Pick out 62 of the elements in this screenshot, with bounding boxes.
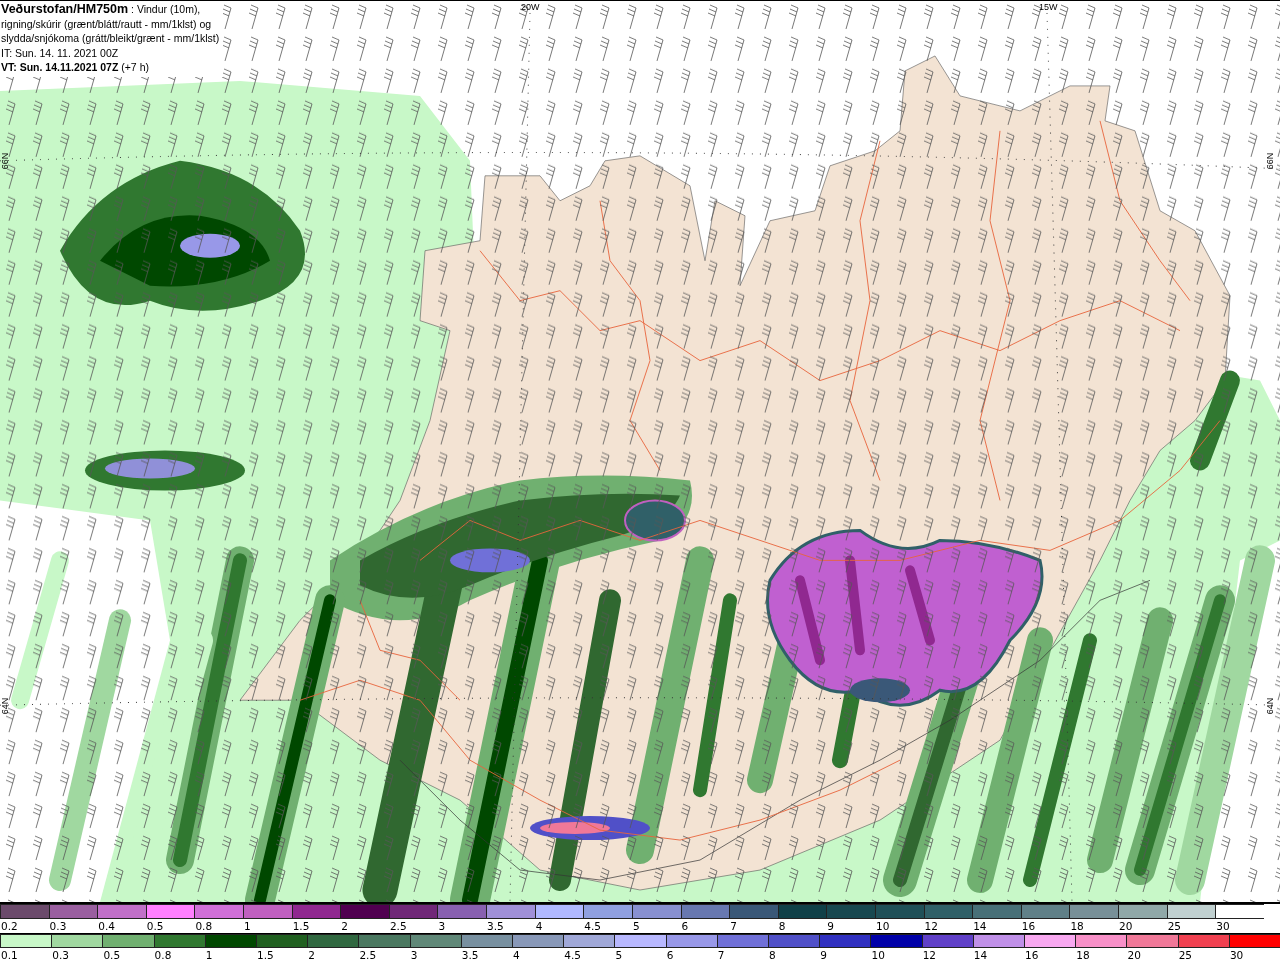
legend-label: 1 xyxy=(243,919,252,933)
map-description-line: slydda/snjókoma (grátt/bleikt/grænt - mm/1klst) xyxy=(1,31,220,46)
legend-label: 0.5 xyxy=(145,919,165,933)
legend-label: 7 xyxy=(716,948,726,960)
legend-label: 0.2 xyxy=(0,919,19,933)
legend-label: 3.5 xyxy=(486,919,505,933)
legend-label: 12 xyxy=(921,948,938,960)
legend-label: 8 xyxy=(768,948,777,960)
legend-label: 1 xyxy=(204,948,214,960)
legend-label: 25 xyxy=(1166,919,1182,933)
legend-label: 7 xyxy=(729,919,738,933)
legend-label: 18 xyxy=(1075,948,1091,960)
legend-label: 3 xyxy=(437,919,447,933)
legend-label: 16 xyxy=(1020,919,1037,933)
legend-label: 16 xyxy=(1024,948,1040,960)
legend-label: 9 xyxy=(819,948,828,960)
legend-label: 9 xyxy=(826,919,836,933)
map-title: Veðurstofan/HM750m : Vindur (10m), xyxy=(1,2,202,17)
legend-label: 14 xyxy=(972,948,989,960)
legend-label: 0.8 xyxy=(153,948,173,960)
legend-label: 2.5 xyxy=(388,919,408,933)
legend-label: 4.5 xyxy=(583,919,602,933)
latitude-label: 66N xyxy=(0,152,11,170)
legend-label: 2.5 xyxy=(358,948,378,960)
legend-label: 6 xyxy=(680,919,690,933)
legend-label: 8 xyxy=(777,919,787,933)
legend-label: 1.5 xyxy=(256,948,275,960)
legend-label: 18 xyxy=(1069,919,1085,933)
legend-label: 4 xyxy=(512,948,521,960)
legend-label: 14 xyxy=(972,919,988,933)
legend-label: 6 xyxy=(665,948,675,960)
legend-label: 3.5 xyxy=(460,948,480,960)
latitude-label: 66N xyxy=(1265,152,1276,170)
legend-label: 0.3 xyxy=(51,948,70,960)
legend-label: 0.5 xyxy=(102,948,122,960)
valid-time-label: VT: Sun. 14.11.2021 07Z (+7 h) xyxy=(1,60,150,75)
map-description-line: rigning/skúrir (grænt/blátt/rautt - mm/1klst) og xyxy=(1,16,213,31)
legend-label: 10 xyxy=(870,948,886,960)
legend-label: 1.5 xyxy=(291,919,311,933)
legend-label: 20 xyxy=(1126,948,1142,960)
legend-label: 12 xyxy=(923,919,939,933)
legend-label: 0.4 xyxy=(97,919,116,933)
latitude-label: 64N xyxy=(1265,697,1276,715)
longitude-label: 15W xyxy=(1039,2,1058,12)
legend-label: 4.5 xyxy=(563,948,582,960)
legend-label: 30 xyxy=(1215,919,1231,933)
legend-label: 5 xyxy=(614,948,624,960)
legend-label: 5 xyxy=(631,919,641,933)
legend-label: 30 xyxy=(1228,948,1245,960)
legend-label: 20 xyxy=(1118,919,1134,933)
init-time-label: IT: Sun. 14. 11. 2021 00Z xyxy=(1,45,120,60)
legend-label: 0.8 xyxy=(194,919,214,933)
legend-label: 2 xyxy=(307,948,316,960)
legend-label: 4 xyxy=(534,919,544,933)
latitude-label: 64N xyxy=(0,697,11,715)
legend-label: 0.1 xyxy=(0,948,19,960)
legend-label: 0.3 xyxy=(48,919,68,933)
longitude-label: 20W xyxy=(521,2,540,12)
legend-label: 2 xyxy=(340,919,349,933)
legend-label: 25 xyxy=(1177,948,1194,960)
legend-label: 3 xyxy=(409,948,419,960)
legend-label: 10 xyxy=(874,919,891,933)
